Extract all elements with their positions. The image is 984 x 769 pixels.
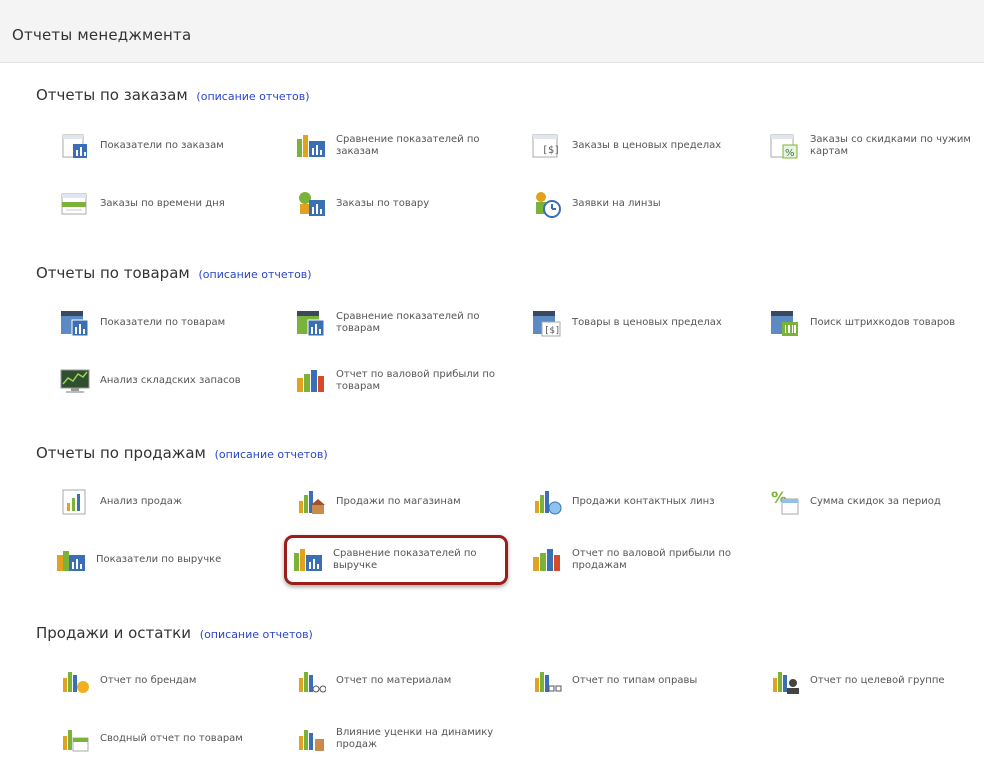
- store-chart-icon: [296, 487, 326, 517]
- section-title-sales: Отчеты по продажам (описание отчетов): [36, 444, 328, 462]
- discount-icon: %: [770, 131, 800, 161]
- svg-text:%: %: [785, 148, 795, 159]
- report-label: Заказы по товару: [336, 198, 430, 209]
- comparison-chart-icon: [293, 545, 323, 575]
- report-markdown-impact[interactable]: Влияние уценки на динамику продаж: [296, 717, 506, 761]
- report-orders-time-of-day[interactable]: Заказы по времени дня: [60, 182, 225, 226]
- report-label: Заявки на линзы: [572, 198, 661, 209]
- report-frame-types[interactable]: Отчет по типам оправы: [532, 659, 697, 703]
- report-label: Товары в ценовых пределах: [572, 317, 722, 328]
- report-lens-requests[interactable]: Заявки на линзы: [532, 182, 661, 226]
- report-label: Показатели по заказам: [100, 140, 224, 151]
- material-chart-icon: [296, 666, 326, 696]
- report-label: Влияние уценки на динамику продаж: [336, 727, 494, 750]
- brand-chart-icon: [60, 666, 90, 696]
- reports-description-link[interactable]: (описание отчетов): [196, 90, 309, 103]
- report-label: Отчет по брендам: [100, 675, 197, 686]
- page-header: Отчеты менеджмента: [0, 0, 984, 63]
- calendar-icon: [60, 189, 90, 219]
- profit-chart-icon: [532, 545, 562, 575]
- report-label: Отчет по валовой прибыли по товарам: [336, 369, 495, 392]
- product-chart-icon: [296, 189, 326, 219]
- report-label: Сводный отчет по товарам: [100, 733, 243, 744]
- section-title-text: Отчеты по продажам: [36, 444, 206, 462]
- discount-calendar-icon: %: [770, 487, 800, 517]
- report-label: Сравнение показателей по товарам: [336, 311, 480, 334]
- report-label: Поиск штрихкодов товаров: [810, 317, 956, 328]
- report-label: Анализ складских запасов: [100, 375, 241, 386]
- report-order-indicators[interactable]: Показатели по заказам: [60, 124, 224, 168]
- section-title-orders: Отчеты по заказам (описание отчетов): [36, 86, 310, 104]
- report-revenue-indicators[interactable]: Показатели по выручке: [56, 538, 221, 582]
- report-orders-price-range[interactable]: [$] Заказы в ценовых пределах: [532, 124, 721, 168]
- section-title-products: Отчеты по товарам (описание отчетов): [36, 264, 312, 282]
- report-target-group[interactable]: Отчет по целевой группе: [770, 659, 945, 703]
- report-gross-profit-sales[interactable]: Отчет по валовой прибыли по продажам: [532, 538, 742, 582]
- report-orders-discounts-foreign-cards[interactable]: % Заказы со скидками по чужим картам: [770, 124, 980, 168]
- svg-text:[$]: [$]: [542, 145, 560, 156]
- section-title-text: Отчеты по товарам: [36, 264, 190, 282]
- report-label: Сравнение показателей по выручке: [333, 548, 477, 571]
- summary-calendar-icon: [60, 724, 90, 754]
- report-label: Показатели по выручке: [96, 554, 222, 565]
- report-label: Заказы по времени дня: [100, 198, 225, 209]
- report-discounts-period[interactable]: % Сумма скидок за период: [770, 480, 941, 524]
- svg-text:[$]: [$]: [544, 326, 560, 336]
- report-product-summary[interactable]: Сводный отчет по товарам: [60, 717, 243, 761]
- reports-description-link[interactable]: (описание отчетов): [200, 628, 313, 641]
- report-stock-analysis[interactable]: Анализ складских запасов: [60, 359, 241, 403]
- report-chart-icon: [60, 131, 90, 161]
- report-label: Отчет по целевой группе: [810, 675, 945, 686]
- lens-clock-icon: [532, 189, 562, 219]
- report-label: Сумма скидок за период: [810, 496, 941, 507]
- report-label: Анализ продаж: [100, 496, 182, 507]
- target-group-icon: [770, 666, 800, 696]
- profit-chart-icon: [296, 366, 326, 396]
- price-range-icon: [$]: [532, 131, 562, 161]
- report-product-indicators[interactable]: Показатели по товарам: [60, 301, 225, 345]
- report-label: Продажи контактных линз: [572, 496, 715, 507]
- report-label: Отчет по типам оправы: [572, 675, 698, 686]
- report-products-price-range[interactable]: [$] Товары в ценовых пределах: [532, 301, 722, 345]
- page-title: Отчеты менеджмента: [12, 26, 192, 44]
- report-materials[interactable]: Отчет по материалам: [296, 659, 451, 703]
- report-product-comparison[interactable]: Сравнение показателей по товарам: [296, 301, 506, 345]
- report-sales-analysis[interactable]: Анализ продаж: [60, 480, 182, 524]
- section-title-text: Отчеты по заказам: [36, 86, 188, 104]
- monitor-chart-icon: [60, 366, 90, 396]
- section-title-sales-stock: Продажи и остатки (описание отчетов): [36, 624, 313, 642]
- revenue-chart-icon: [56, 545, 86, 575]
- report-label: Заказы со скидками по чужим картам: [810, 134, 971, 157]
- lens-chart-icon: [532, 487, 562, 517]
- comparison-chart-icon: [296, 308, 326, 338]
- report-order-comparison[interactable]: Сравнение показателей по заказам: [296, 124, 506, 168]
- sales-chart-icon: [60, 487, 90, 517]
- reports-description-link[interactable]: (описание отчетов): [215, 448, 328, 461]
- report-orders-by-product[interactable]: Заказы по товару: [296, 182, 429, 226]
- report-label: Показатели по товарам: [100, 317, 226, 328]
- section-title-text: Продажи и остатки: [36, 624, 191, 642]
- report-gross-profit-products[interactable]: Отчет по валовой прибыли по товарам: [296, 359, 506, 403]
- report-brands[interactable]: Отчет по брендам: [60, 659, 196, 703]
- report-label: Заказы в ценовых пределах: [572, 140, 722, 151]
- report-revenue-comparison[interactable]: Сравнение показателей по выручке: [284, 535, 508, 585]
- report-label: Сравнение показателей по заказам: [336, 134, 480, 157]
- frame-chart-icon: [532, 666, 562, 696]
- barcode-icon: [770, 308, 800, 338]
- reports-description-link[interactable]: (описание отчетов): [199, 268, 312, 281]
- report-barcode-search[interactable]: Поиск штрихкодов товаров: [770, 301, 955, 345]
- report-label: Отчет по материалам: [336, 675, 452, 686]
- report-label: Отчет по валовой прибыли по продажам: [572, 548, 731, 571]
- markdown-chart-icon: [296, 724, 326, 754]
- comparison-chart-icon: [296, 131, 326, 161]
- product-boxes-icon: [60, 308, 90, 338]
- report-label: Продажи по магазинам: [336, 496, 461, 507]
- price-range-icon: [$]: [532, 308, 562, 338]
- report-sales-by-store[interactable]: Продажи по магазинам: [296, 480, 461, 524]
- report-contact-lens-sales[interactable]: Продажи контактных линз: [532, 480, 715, 524]
